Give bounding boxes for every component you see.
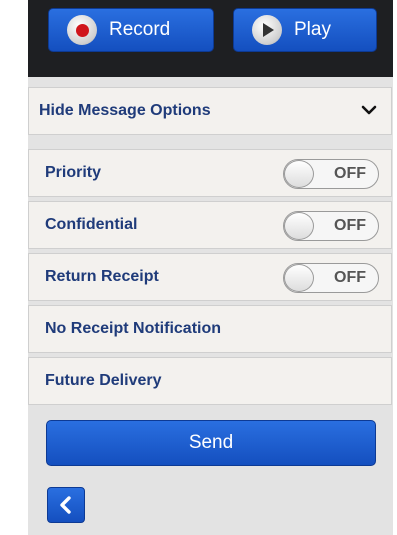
- back-arrow-icon: [60, 496, 71, 514]
- toggle-knob: [284, 212, 314, 240]
- play-label: Play: [294, 19, 331, 40]
- toggle-state: OFF: [334, 165, 366, 182]
- priority-row: Priority OFF: [28, 149, 392, 197]
- confidential-toggle[interactable]: OFF: [283, 211, 379, 241]
- play-icon: [252, 15, 282, 45]
- back-button[interactable]: [47, 487, 85, 523]
- toggle-knob: [284, 264, 314, 292]
- priority-label: Priority: [45, 164, 102, 181]
- record-label: Record: [109, 19, 171, 40]
- send-label: Send: [188, 432, 234, 453]
- no-receipt-notification-label: No Receipt Notification: [45, 320, 222, 337]
- media-toolbar: Record Play: [28, 0, 393, 77]
- toggle-knob: [284, 160, 314, 188]
- no-receipt-notification-item[interactable]: No Receipt Notification: [28, 305, 392, 353]
- app-screen: Record Play Hide Message Options Priorit…: [28, 0, 393, 535]
- return-receipt-label: Return Receipt: [45, 268, 159, 285]
- send-button[interactable]: Send: [46, 420, 376, 466]
- chevron-down-icon: [361, 105, 377, 115]
- return-receipt-toggle[interactable]: OFF: [283, 263, 379, 293]
- future-delivery-item[interactable]: Future Delivery: [28, 357, 392, 405]
- options-header-label: Hide Message Options: [39, 102, 211, 119]
- hide-message-options-toggle[interactable]: Hide Message Options: [28, 87, 392, 135]
- future-delivery-label: Future Delivery: [45, 372, 162, 389]
- confidential-row: Confidential OFF: [28, 201, 392, 249]
- record-icon: [67, 15, 97, 45]
- record-button[interactable]: Record: [48, 8, 214, 52]
- toggle-state: OFF: [334, 217, 366, 234]
- toggle-state: OFF: [334, 269, 366, 286]
- priority-toggle[interactable]: OFF: [283, 159, 379, 189]
- return-receipt-row: Return Receipt OFF: [28, 253, 392, 301]
- play-button[interactable]: Play: [233, 8, 377, 52]
- confidential-label: Confidential: [45, 216, 138, 233]
